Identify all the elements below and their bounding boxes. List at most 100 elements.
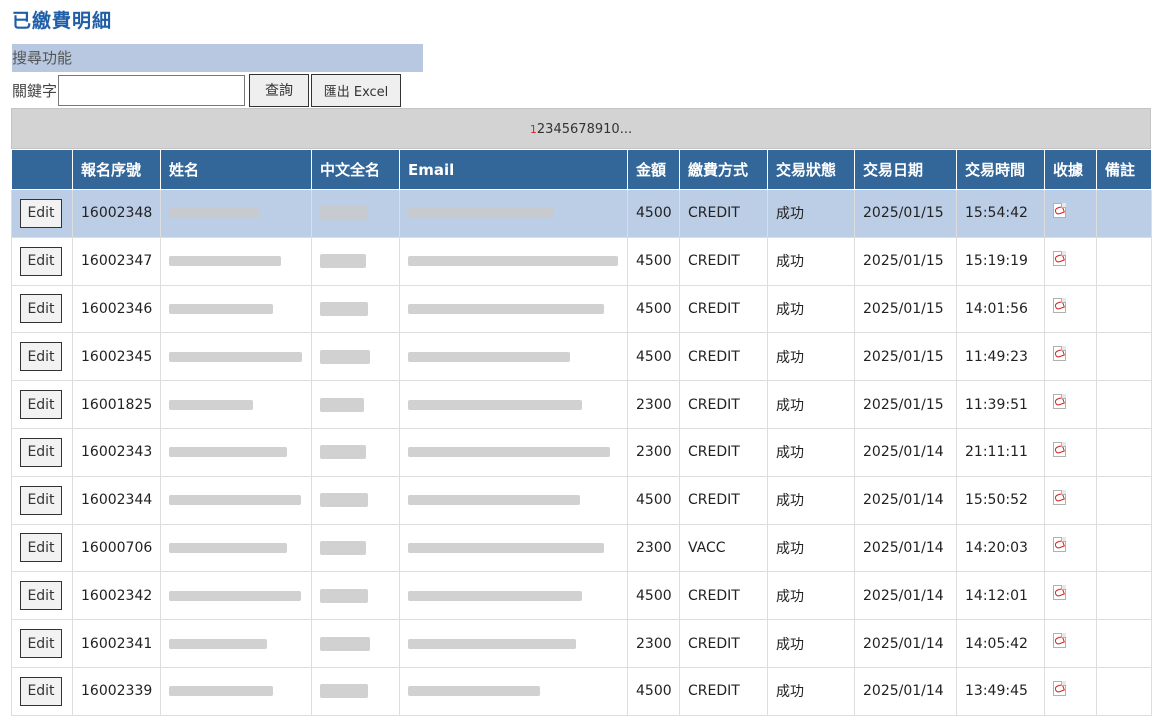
- amount-cell: 4500: [627, 332, 680, 382]
- chinese-name-cell: [311, 332, 400, 382]
- name-cell: [160, 380, 312, 429]
- status-cell: 成功: [767, 571, 855, 621]
- name-cell: [160, 571, 312, 621]
- serial-cell: 16002347: [72, 236, 161, 286]
- payment-table: 報名序號 姓名 中文全名 Email 金額 繳費方式 交易狀態 交易日期 交易時間 收據 備註 Ed…: [11, 149, 1152, 716]
- amount-cell: 4500: [627, 475, 680, 525]
- keyword-label: 關鍵字: [12, 81, 58, 100]
- method-cell: CREDIT: [679, 380, 768, 429]
- chinese-name-cell: [311, 475, 400, 525]
- edit-button[interactable]: Edit: [20, 198, 62, 228]
- name-cell: [160, 427, 312, 477]
- pdf-icon[interactable]: [1053, 680, 1066, 696]
- chinese-name-cell: [311, 284, 400, 334]
- redacted-chinese-name: [320, 684, 368, 699]
- edit-button[interactable]: Edit: [20, 533, 62, 563]
- header-date: 交易日期: [854, 149, 957, 190]
- status-cell: 成功: [767, 619, 855, 668]
- receipt-cell: [1044, 236, 1097, 286]
- edit-button[interactable]: Edit: [20, 294, 62, 324]
- pager-link[interactable]: 8: [587, 122, 595, 137]
- amount-cell: 2300: [627, 427, 680, 477]
- name-cell: [160, 332, 312, 382]
- note-cell: [1096, 571, 1152, 621]
- pdf-icon[interactable]: [1053, 346, 1066, 362]
- chinese-name-cell: [311, 523, 400, 573]
- pdf-icon[interactable]: [1053, 298, 1066, 314]
- redacted-chinese-name: [320, 301, 368, 316]
- date-cell: 2025/01/15: [854, 284, 957, 334]
- status-cell: 成功: [767, 523, 855, 573]
- table-row: Edit 16002346 4500 CREDIT 成功 2025/01/15 14:01:…: [11, 284, 1152, 334]
- time-cell: 11:49:23: [956, 332, 1045, 382]
- pdf-icon[interactable]: [1053, 441, 1066, 457]
- name-cell: [160, 666, 312, 716]
- email-cell: [399, 332, 628, 382]
- amount-cell: 2300: [627, 380, 680, 429]
- redacted-chinese-name: [320, 254, 366, 269]
- redacted-name: [169, 590, 301, 601]
- pager-link[interactable]: 9: [595, 122, 603, 137]
- redacted-email: [408, 590, 582, 601]
- note-cell: [1096, 236, 1152, 286]
- edit-button[interactable]: Edit: [20, 581, 62, 611]
- table-row: Edit 16002344 4500 CREDIT 成功 2025/01/14 15:50:…: [11, 475, 1152, 525]
- redacted-name: [169, 351, 302, 362]
- edit-button[interactable]: Edit: [20, 390, 62, 420]
- amount-cell: 4500: [627, 571, 680, 621]
- edit-button[interactable]: Edit: [20, 342, 62, 372]
- edit-button[interactable]: Edit: [20, 437, 62, 467]
- chinese-name-cell: [311, 619, 400, 668]
- header-amount: 金額: [627, 149, 680, 190]
- pager-link[interactable]: ...: [620, 122, 632, 137]
- query-button[interactable]: 查詢: [249, 73, 310, 107]
- pdf-icon[interactable]: [1053, 537, 1066, 553]
- chinese-name-cell: [311, 427, 400, 477]
- serial-cell: 16002348: [72, 189, 161, 238]
- pager-link[interactable]: 4: [553, 122, 561, 137]
- export-excel-button[interactable]: 匯出 Excel: [311, 73, 402, 107]
- redacted-name: [169, 542, 287, 553]
- status-cell: 成功: [767, 236, 855, 286]
- header-name: 姓名: [160, 149, 312, 190]
- pdf-icon[interactable]: [1053, 250, 1066, 266]
- edit-cell: Edit: [11, 380, 73, 429]
- serial-cell: 16002346: [72, 284, 161, 334]
- note-cell: [1096, 332, 1152, 382]
- status-cell: 成功: [767, 332, 855, 382]
- amount-cell: 2300: [627, 619, 680, 668]
- email-cell: [399, 571, 628, 621]
- method-cell: CREDIT: [679, 236, 768, 286]
- edit-button[interactable]: Edit: [20, 629, 62, 659]
- receipt-cell: [1044, 189, 1097, 238]
- pager-link[interactable]: 10: [603, 122, 620, 137]
- table-row: Edit 16001825 2300 CREDIT 成功 2025/01/15 11:39:…: [11, 380, 1152, 429]
- date-cell: 2025/01/15: [854, 189, 957, 238]
- time-cell: 11:39:51: [956, 380, 1045, 429]
- chinese-name-cell: [311, 666, 400, 716]
- amount-cell: 4500: [627, 236, 680, 286]
- pager-link[interactable]: 7: [578, 122, 586, 137]
- pager-link[interactable]: 5: [562, 122, 570, 137]
- header-action: [11, 149, 73, 190]
- pdf-icon[interactable]: [1053, 394, 1066, 410]
- table-row: Edit 16002343 2300 CREDIT 成功 2025/01/14 21:11:…: [11, 427, 1152, 477]
- time-cell: 14:01:56: [956, 284, 1045, 334]
- redacted-name: [169, 447, 287, 458]
- keyword-input[interactable]: [58, 74, 246, 106]
- method-cell: CREDIT: [679, 571, 768, 621]
- redacted-name: [169, 399, 253, 410]
- redacted-name: [169, 303, 273, 314]
- pdf-icon[interactable]: [1053, 202, 1066, 218]
- pdf-icon[interactable]: [1053, 633, 1066, 649]
- redacted-email: [408, 303, 604, 314]
- table-header-row: 報名序號 姓名 中文全名 Email 金額 繳費方式 交易狀態 交易日期 交易時間 收據 備註: [11, 149, 1152, 190]
- edit-button[interactable]: Edit: [20, 246, 62, 276]
- status-cell: 成功: [767, 475, 855, 525]
- edit-cell: Edit: [11, 523, 73, 573]
- pdf-icon[interactable]: [1053, 585, 1066, 601]
- pdf-icon[interactable]: [1053, 489, 1066, 505]
- edit-button[interactable]: Edit: [20, 676, 62, 706]
- pager-link[interactable]: 2: [537, 122, 545, 137]
- edit-button[interactable]: Edit: [20, 485, 62, 515]
